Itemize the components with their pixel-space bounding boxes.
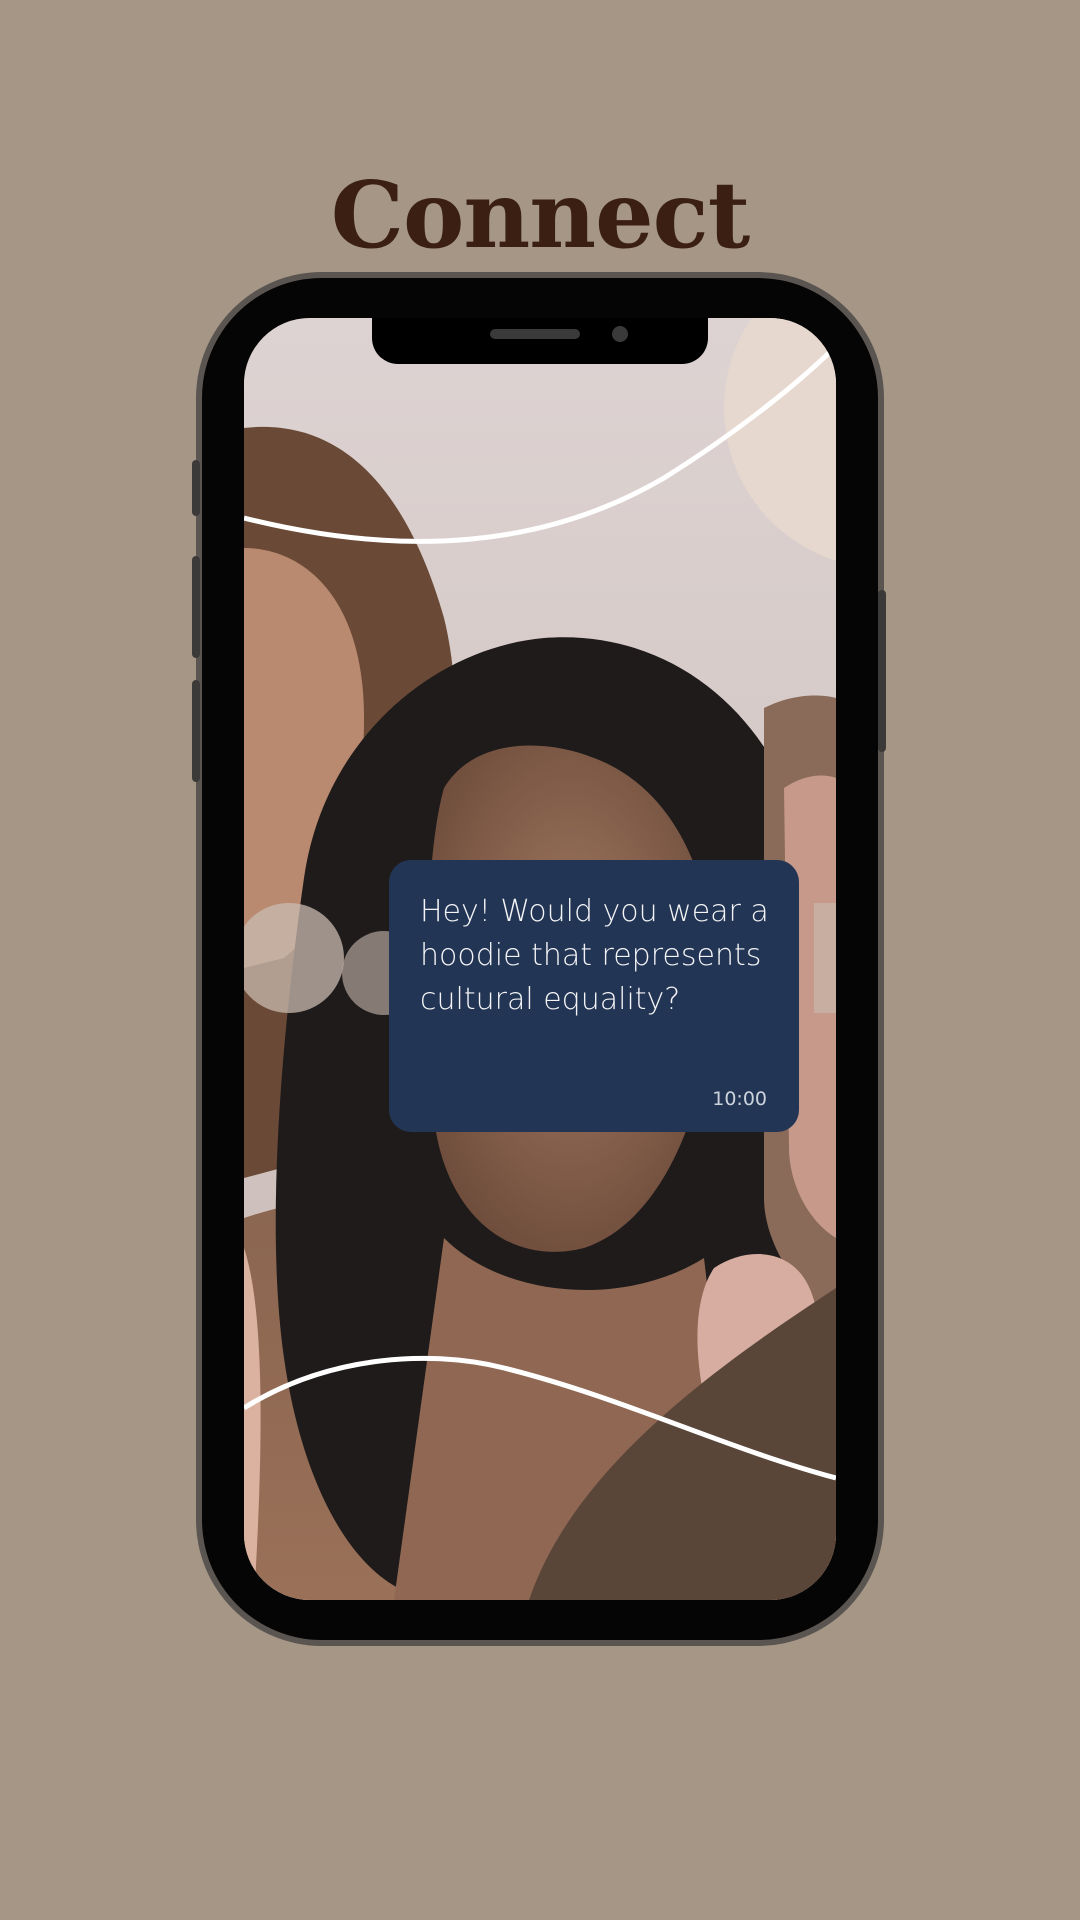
brand-logo: Connect: [0, 165, 1080, 265]
phone-screen: Hey! Would you wear a hoodie that repres…: [244, 318, 836, 1600]
message-text: Hey! Would you wear a hoodie that repres…: [420, 894, 769, 1017]
phone-mockup: Hey! Would you wear a hoodie that repres…: [192, 278, 886, 1640]
front-camera: [612, 326, 628, 342]
phone-power-button: [878, 590, 886, 752]
message-bubble: Hey! Would you wear a hoodie that repres…: [389, 860, 799, 1132]
phone-notch: [372, 318, 708, 364]
speaker-grille: [490, 329, 580, 339]
phone-silent-switch: [192, 460, 200, 516]
message-timestamp: 10:00: [712, 1088, 767, 1110]
phone-volume-up-button: [192, 556, 200, 658]
logo-text: Connect: [330, 161, 750, 269]
phone-volume-down-button: [192, 680, 200, 782]
